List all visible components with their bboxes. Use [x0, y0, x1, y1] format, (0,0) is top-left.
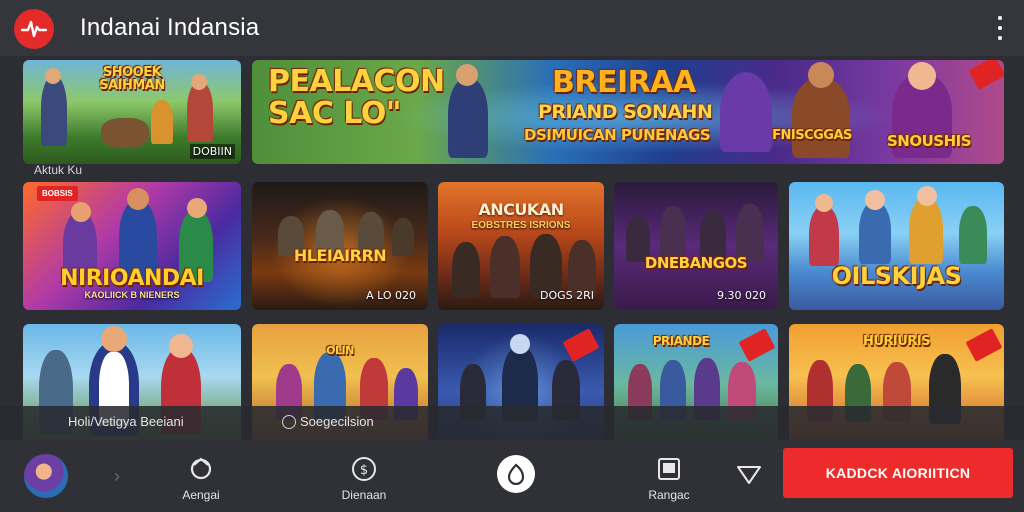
game-card-r1-5[interactable]: OILSKIJAS [789, 182, 1004, 310]
gallery-icon [654, 454, 684, 484]
game-card-r1-3-title: ANCUKAN [478, 200, 564, 219]
info-strip: Holi/Vetigya Beeiani Soegecilsion [0, 406, 1024, 440]
primary-cta-button[interactable]: KADDCK AIORIITICN [783, 448, 1013, 498]
game-card-r1-2-title: HLEIAIRRN [293, 246, 387, 265]
nav-item-dienaan[interactable]: $ Dienaan [319, 454, 409, 502]
send-icon[interactable] [736, 464, 762, 491]
chevron-right-icon[interactable]: › [114, 466, 120, 487]
game-card-r1-4-tag: 9.30 020 [717, 289, 766, 302]
kebab-menu-icon[interactable] [994, 16, 1006, 40]
game-card-r1-3-subtitle: EOBSTRES ISRIONS [471, 220, 571, 231]
banner-card-2[interactable]: PEALACON SAC LO" BREIRAA PRIAND SONAHN D… [252, 60, 1004, 164]
nav-item-label: Dienaan [341, 488, 387, 502]
game-card-r1-2-tag: A LO 020 [366, 289, 416, 302]
info-strip-left-text: Holi/Vetigya Beeiani [68, 414, 184, 429]
drop-icon [507, 463, 525, 485]
center-action-button[interactable] [497, 455, 535, 493]
app-bar: Indanai Indansia [0, 0, 1024, 56]
game-card-r1-1-badge: BOBSIS [37, 186, 78, 201]
game-card-r1-4[interactable]: DNEBANGOS 9.30 020 [614, 182, 778, 310]
banner-2-subtitle-2: PRIAND SONAHN [538, 101, 713, 123]
banner-2-tag-1: FNISCGGAS [772, 128, 852, 143]
nav-item-label: Aengai [182, 488, 220, 502]
game-card-r1-3[interactable]: ANCUKAN EOBSTRES ISRIONS DOGS 2RI [438, 182, 604, 310]
banner-2-title: PEALACON SAC LO" [268, 64, 445, 131]
info-strip-right: Soegecilsion [282, 414, 374, 429]
banner-1-tag: DOBIIN [189, 144, 235, 159]
game-card-r1-1-title: NIRIOANDAI [60, 266, 204, 291]
crown-icon [186, 454, 216, 484]
heartbeat-logo-icon[interactable] [14, 9, 54, 49]
avatar[interactable] [24, 454, 68, 498]
banner-1-title: SHOOEK SAIHMAN [99, 65, 165, 93]
nav-item-aengai[interactable]: Aengai [156, 454, 246, 502]
game-card-r1-1[interactable]: BOBSIS NIRIOANDAI KAOLIICK B NIENERS [23, 182, 241, 310]
game-card-r1-5-title: OILSKIJAS [831, 262, 962, 290]
coin-icon: $ [349, 454, 379, 484]
banner-card-1[interactable]: SHOOEK SAIHMAN DOBIIN [23, 60, 241, 164]
game-card-r1-3-tag: DOGS 2RI [539, 289, 594, 302]
svg-text:$: $ [360, 463, 368, 478]
banner-2-subtitle-1: BREIRAA [552, 65, 696, 100]
nav-item-label: Rangac [648, 488, 690, 502]
circle-icon [282, 414, 296, 429]
banner-2-tag-2: SNOUSHIS [886, 132, 972, 150]
app-title: Indanai Indansia [80, 14, 260, 41]
game-card-r2-4-title: PRIANDE [652, 334, 710, 348]
banner-2-subtitle-3: DSIMUICAN PUNENAGS [524, 126, 711, 144]
info-strip-right-text: Soegecilsion [300, 414, 374, 429]
game-card-r1-1-subtitle: KAOLIICK B NIENERS [84, 290, 180, 300]
game-card-r2-2-title: OLIN [326, 344, 354, 357]
game-card-r2-5-title: HURIURIS [862, 334, 931, 349]
game-card-r1-2[interactable]: HLEIAIRRN A LO 020 [252, 182, 428, 310]
banner-1-caption: Aktuk Ku [34, 163, 83, 177]
nav-item-rangac[interactable]: Rangac [624, 454, 714, 502]
game-card-r1-4-title: DNEBANGOS [644, 254, 748, 272]
